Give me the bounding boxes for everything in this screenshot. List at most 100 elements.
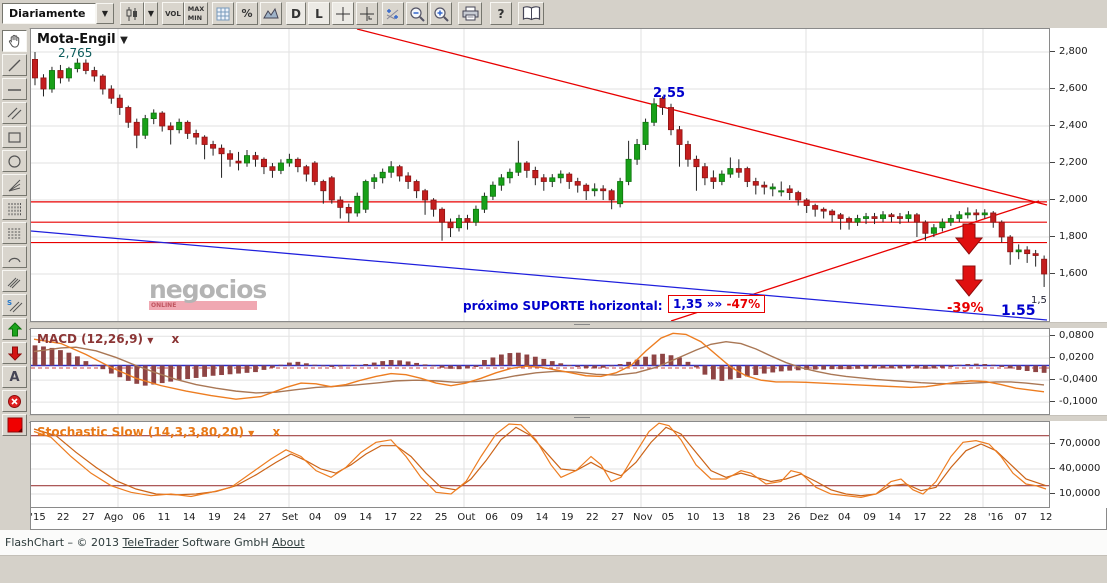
crosshair-tracking-button[interactable] [356, 2, 378, 25]
delete-drawing-button[interactable] [2, 390, 27, 412]
arrow-up-marker-button[interactable] [2, 318, 27, 340]
zoom-out-icon [409, 6, 425, 22]
crosshair-icon [335, 6, 351, 22]
axis-tick [1050, 379, 1055, 380]
x-axis-label: 23 [762, 512, 775, 523]
x-axis-label: 19 [561, 512, 574, 523]
grid-toggle-button[interactable] [212, 2, 234, 25]
text-tool-label: A [9, 370, 19, 385]
help-button[interactable]: ? [490, 2, 512, 25]
y-axis-label: 70,0000 [1059, 438, 1100, 449]
x-axis-label: 05 [662, 512, 675, 523]
crosshair-l-icon [359, 6, 375, 22]
log-scale-label: L [315, 7, 323, 21]
x-axis-label: 17 [384, 512, 397, 523]
chevron-down-icon: ▼ [248, 429, 254, 438]
fan-lines-tool-button[interactable] [2, 174, 27, 196]
macd-title-text: MACD (12,26,9) [37, 332, 143, 346]
axis-tick [1050, 357, 1055, 358]
x-axis-label: 07 [1014, 512, 1027, 523]
main-chart[interactable]: Mota-Engil ▼ 2,765 2,55 próximo SUPORTE … [30, 28, 1050, 322]
toolbar: Diariamente ▼ ▼ VOL MAX MIN [0, 0, 1107, 29]
arrow-down-marker-button[interactable] [2, 342, 27, 364]
red-down-arrow-icon [8, 346, 22, 361]
horizontal-line-tool-button[interactable] [2, 78, 27, 100]
x-axis-label: 04 [838, 512, 851, 523]
time-axis[interactable]: '152227Ago061114192427Set040914172225Out… [30, 508, 1107, 530]
interval-dropdown[interactable]: Diariamente [2, 3, 96, 24]
about-link[interactable]: About [272, 536, 305, 549]
symbol-label[interactable]: Mota-Engil ▼ [37, 32, 128, 47]
y-axis-label: 40,0000 [1059, 463, 1100, 474]
std-deviation-tool-button[interactable]: S [2, 294, 27, 316]
max-min-button[interactable]: MAX MIN [184, 2, 208, 25]
manual-button[interactable] [518, 2, 544, 25]
speed-lines-icon [7, 274, 22, 289]
x-axis-label: Dez [810, 512, 829, 523]
teletrader-link[interactable]: TeleTrader [123, 536, 179, 549]
stochastic-panel[interactable]: Stochastic Slow (14,3,3,80,20) ▼ x [30, 421, 1050, 508]
ellipse-icon [7, 154, 22, 169]
x-axis-label: 09 [510, 512, 523, 523]
x-axis-label: Set [282, 512, 298, 523]
price-axis[interactable]: 2,8002,6002,4002,2002,0001,8001,600 [1050, 28, 1107, 322]
pan-tool-button[interactable] [2, 30, 27, 52]
support-target-value: 1,35 »» [673, 297, 722, 311]
fib-retracement-tool-button[interactable] [2, 222, 27, 244]
book-icon [522, 6, 541, 21]
daily-mode-label: D [291, 7, 301, 21]
mountain-chart-icon [263, 7, 279, 21]
macd-plot [31, 329, 1049, 414]
x-axis-label: 25 [435, 512, 448, 523]
draw-indicator-button[interactable] [382, 2, 404, 25]
zoom-out-button[interactable] [406, 2, 428, 25]
x-axis-label: 19 [208, 512, 221, 523]
fib-arcs-tool-button[interactable] [2, 246, 27, 268]
log-scale-button[interactable]: L [308, 2, 330, 25]
chart-type-dropdown-button[interactable]: ▼ [144, 2, 158, 25]
fib-timezones-tool-button[interactable] [2, 198, 27, 220]
ellipse-tool-button[interactable] [2, 150, 27, 172]
x-axis-label: '15 [30, 512, 45, 523]
zoom-in-button[interactable] [430, 2, 452, 25]
y-axis-label: 1,600 [1059, 268, 1088, 279]
macd-close-icon[interactable]: x [172, 332, 180, 346]
peak-annotation: 2,55 [653, 86, 685, 101]
speed-lines-tool-button[interactable] [2, 270, 27, 292]
x-axis-label: 27 [611, 512, 624, 523]
macd-axis[interactable]: 0,08000,0200-0,0400-0,1000 [1050, 328, 1107, 415]
axis-tick [1050, 51, 1055, 52]
green-up-arrow-icon [8, 322, 22, 337]
y-axis-label: 2,800 [1059, 46, 1088, 57]
x-axis-label: 22 [57, 512, 70, 523]
delete-icon [7, 394, 22, 409]
stochastic-axis[interactable]: 70,000040,000010,0000 [1050, 421, 1107, 508]
text-tool-button[interactable]: A [2, 366, 27, 388]
trendline-tool-button[interactable] [2, 54, 27, 76]
print-button[interactable] [458, 2, 482, 25]
y-axis-label: 2,400 [1059, 120, 1088, 131]
interval-dropdown-button[interactable]: ▼ [96, 3, 114, 24]
chevron-down-icon: ▼ [102, 10, 108, 18]
percent-scale-button[interactable]: % [236, 2, 258, 25]
daily-mode-button[interactable]: D [286, 2, 306, 25]
axis-tick [1050, 401, 1055, 402]
parallel-lines-tool-button[interactable] [2, 102, 27, 124]
macd-panel[interactable]: MACD (12,26,9) ▼ x [30, 328, 1050, 415]
color-picker-button[interactable] [2, 414, 27, 436]
diagonal-line-icon [7, 58, 22, 73]
gann-fan-icon [7, 178, 22, 193]
chevron-down-icon: ▼ [120, 35, 128, 46]
chart-type-button[interactable] [120, 2, 144, 25]
area-chart-button[interactable] [260, 2, 282, 25]
volume-label: VOL [165, 10, 181, 18]
volume-button[interactable]: VOL [162, 2, 184, 25]
horizontal-line-icon [7, 82, 22, 97]
interval-value: Diariamente [9, 7, 85, 20]
x-axis-label: Ago [104, 512, 123, 523]
rectangle-tool-button[interactable] [2, 126, 27, 148]
crosshair-button[interactable] [332, 2, 354, 25]
stochastic-title[interactable]: Stochastic Slow (14,3,3,80,20) ▼ x [37, 425, 280, 439]
stochastic-close-icon[interactable]: x [272, 425, 280, 439]
macd-title[interactable]: MACD (12,26,9) ▼ x [37, 332, 179, 346]
